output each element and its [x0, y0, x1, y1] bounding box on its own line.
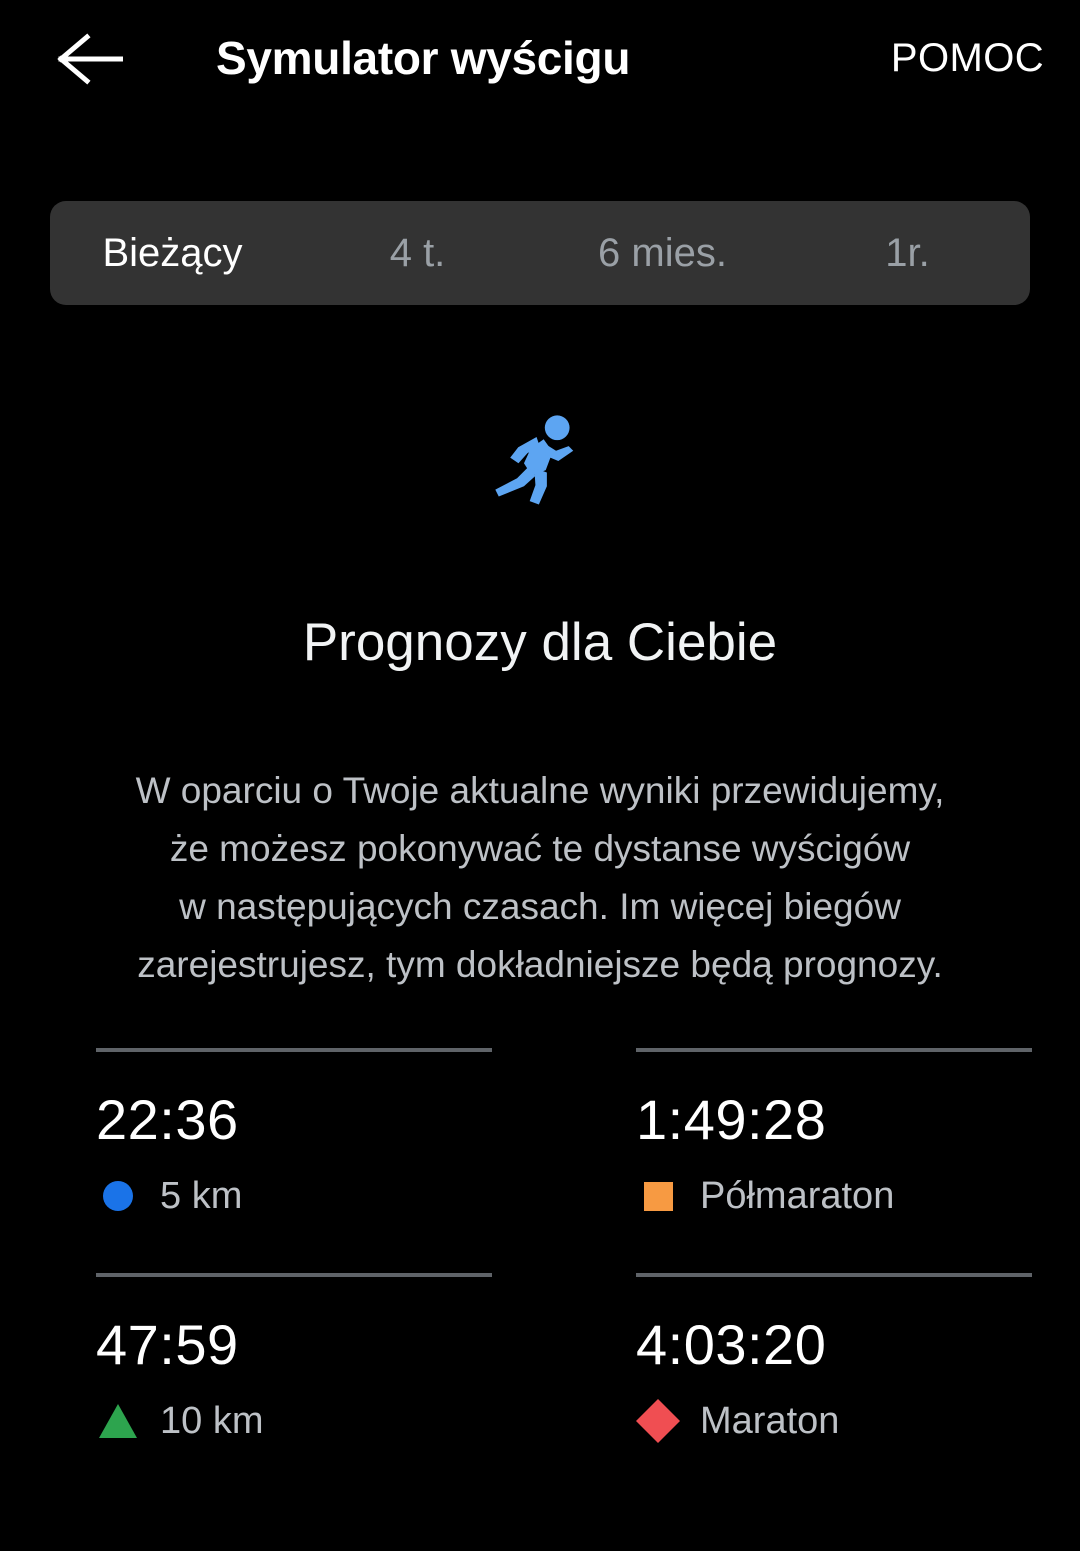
prediction-label: Maraton [700, 1400, 840, 1442]
prediction-time: 22:36 [96, 1088, 239, 1151]
tab-6-miesiecy[interactable]: 6 mies. [540, 201, 785, 305]
predictions-grid: 22:36 5 km 1:49:28 Półmaraton 47:59 10 k… [0, 1048, 1080, 1498]
running-person-icon [0, 406, 1080, 516]
predictions-row: 47:59 10 km 4:03:20 Maraton [0, 1273, 1080, 1498]
hero-description-line: W oparciu o Twoje aktualne wyniki przewi… [135, 770, 945, 811]
prediction-label: 10 km [160, 1400, 264, 1442]
prediction-card-5km[interactable]: 22:36 5 km [0, 1048, 540, 1273]
hero-description: W oparciu o Twoje aktualne wyniki przewi… [60, 762, 1020, 994]
square-marker-icon [636, 1174, 680, 1218]
prediction-label: Półmaraton [700, 1175, 895, 1217]
hero-title: Prognozy dla Ciebie [302, 613, 778, 672]
prediction-time: 1:49:28 [636, 1088, 827, 1151]
prediction-label: 5 km [160, 1175, 243, 1217]
prediction-legend: Półmaraton [636, 1172, 1080, 1220]
app-header: Symulator wyścigu POMOC [0, 0, 1080, 118]
arrow-left-icon [57, 33, 123, 85]
prediction-card-maraton[interactable]: 4:03:20 Maraton [540, 1273, 1080, 1498]
hero-description-line: w następujących czasach. Im więcej biegó… [179, 886, 901, 927]
prediction-time: 4:03:20 [636, 1313, 827, 1376]
tab-1-rok[interactable]: 1r. [785, 201, 1030, 305]
circle-marker-icon [96, 1174, 140, 1218]
prediction-legend: 5 km [96, 1172, 540, 1220]
back-button[interactable] [46, 24, 134, 94]
card-divider [96, 1273, 492, 1277]
prediction-legend: Maraton [636, 1397, 1080, 1445]
help-button[interactable]: POMOC [891, 30, 1044, 86]
hero-description-line: zarejestrujesz, tym dokładniejsze będą p… [137, 944, 943, 985]
hero-description-line: że możesz pokonywać te dystanse wyścigów [169, 828, 911, 869]
diamond-marker-icon [636, 1399, 680, 1443]
predictions-row: 22:36 5 km 1:49:28 Półmaraton [0, 1048, 1080, 1273]
card-divider [636, 1273, 1032, 1277]
race-predictor-screen: Symulator wyścigu POMOC Bieżący 4 t. 6 m… [0, 0, 1080, 1551]
prediction-time: 47:59 [96, 1313, 239, 1376]
tab-biezacy[interactable]: Bieżący [50, 201, 295, 305]
tab-4-tygodnie[interactable]: 4 t. [295, 201, 540, 305]
card-divider [96, 1048, 492, 1052]
prediction-legend: 10 km [96, 1397, 540, 1445]
page-title: Symulator wyścigu [216, 32, 631, 84]
card-divider [636, 1048, 1032, 1052]
prediction-card-polmaraton[interactable]: 1:49:28 Półmaraton [540, 1048, 1080, 1273]
time-range-tabbar: Bieżący 4 t. 6 mies. 1r. [50, 201, 1030, 305]
triangle-marker-icon [96, 1399, 140, 1443]
prediction-card-10km[interactable]: 47:59 10 km [0, 1273, 540, 1498]
